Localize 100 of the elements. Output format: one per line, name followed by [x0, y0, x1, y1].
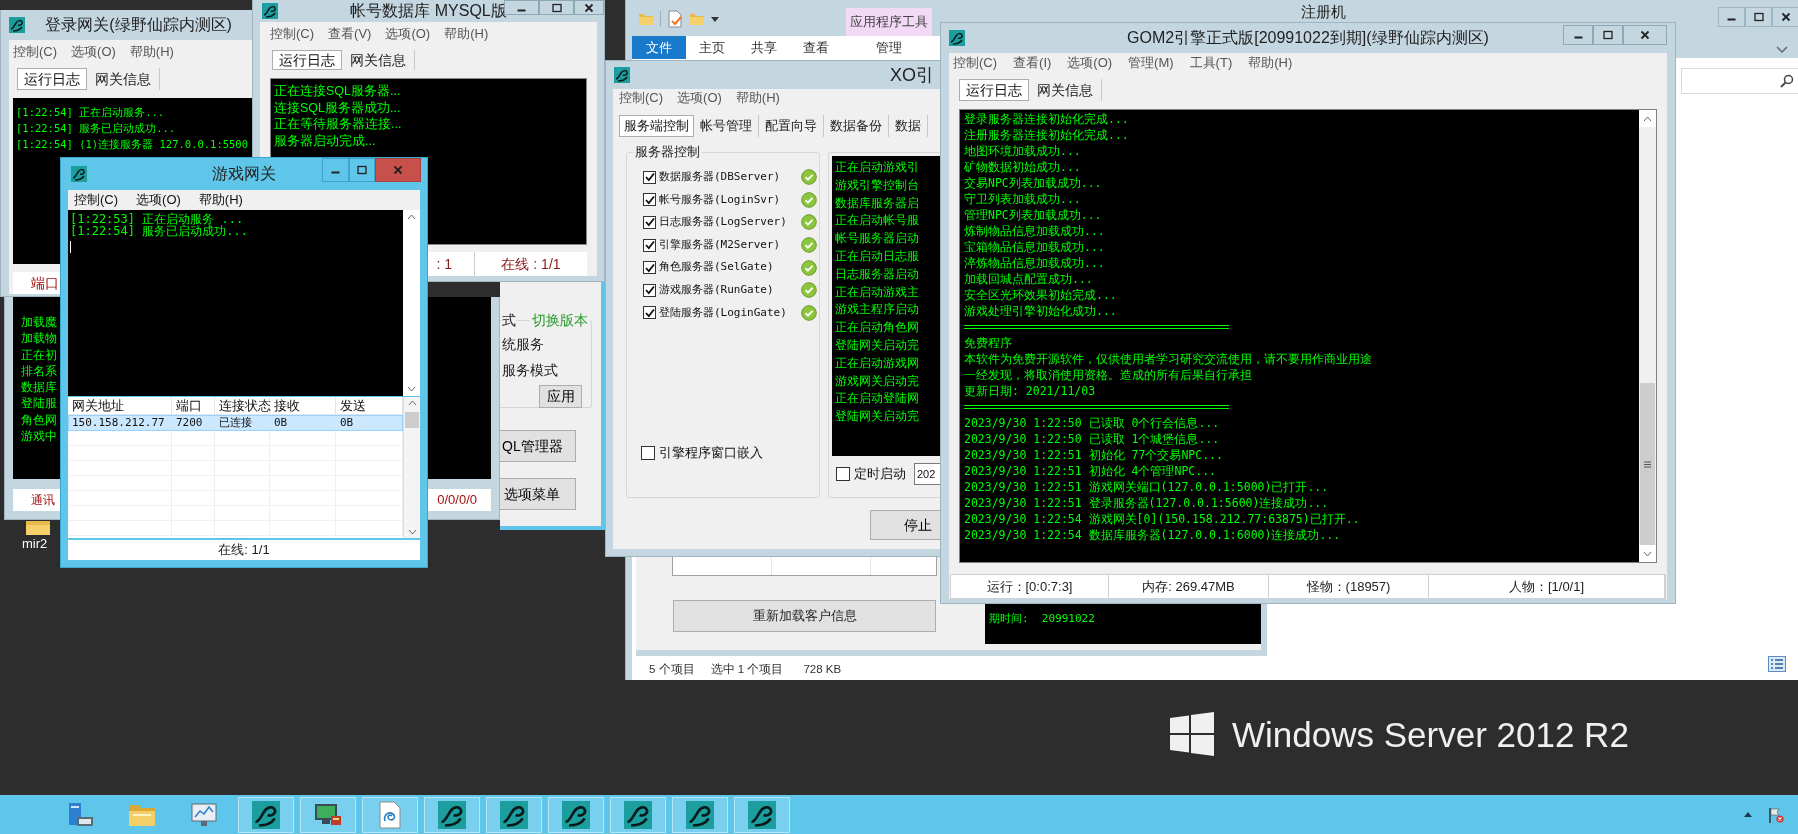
menu-item[interactable]: 帮助(H): [1248, 53, 1293, 73]
menu-item[interactable]: 控制(C): [74, 190, 119, 210]
tab[interactable]: 网关信息: [342, 50, 415, 70]
menu-button[interactable]: QL管理器: [500, 430, 576, 462]
menu-item[interactable]: 选项(O): [1067, 53, 1113, 73]
app-icon: [71, 166, 87, 182]
maximize-button[interactable]: [539, 0, 574, 15]
app-icon: [252, 800, 280, 829]
tab[interactable]: 运行日志: [272, 50, 342, 70]
checkbox-label: 日志服务器(LogServer): [659, 214, 788, 231]
ribbon-tab[interactable]: 管理: [846, 36, 932, 59]
tab[interactable]: 运行日志: [17, 68, 87, 90]
menu-item[interactable]: 帮助(H): [735, 88, 780, 108]
checkbox[interactable]: [643, 238, 656, 252]
ribbon-tab[interactable]: 共享: [738, 36, 790, 59]
log-line: 登录服务器连接初始化完成...: [964, 111, 1130, 127]
option-label[interactable]: 统服务: [502, 335, 544, 353]
taskbar-button[interactable]: [300, 796, 356, 833]
checkbox[interactable]: [641, 445, 655, 460]
taskbar-button[interactable]: [734, 796, 790, 833]
tab[interactable]: 数据备份: [824, 115, 889, 137]
tab[interactable]: 服务端控制: [619, 115, 694, 137]
caret-down-icon: [1643, 550, 1652, 557]
column-header[interactable]: 网关地址: [68, 397, 172, 415]
caret-down-icon[interactable]: [711, 16, 719, 22]
taskbar-button[interactable]: [672, 796, 728, 833]
close-button[interactable]: [574, 0, 604, 15]
checkbox[interactable]: [643, 261, 656, 275]
option-label[interactable]: 服务模式: [502, 361, 558, 379]
apply-button[interactable]: 应用: [539, 385, 582, 408]
taskbar-button[interactable]: [548, 796, 604, 833]
menu-item[interactable]: 查看(V): [328, 24, 372, 44]
ribbon-tab[interactable]: 查看: [790, 36, 842, 59]
taskbar-button[interactable]: [424, 796, 480, 833]
stop-button[interactable]: 停止: [870, 510, 940, 540]
scrollbar[interactable]: [403, 209, 420, 397]
icon-label[interactable]: mir2: [22, 536, 48, 552]
menu-item[interactable]: 控制(C): [619, 88, 664, 108]
ribbon-tab[interactable]: 主页: [686, 36, 738, 59]
log-line: 炼制物品信息加载成功...: [964, 223, 1106, 239]
menu-item[interactable]: 选项(O): [385, 24, 431, 44]
menu-item[interactable]: 控制(C): [270, 24, 315, 44]
menu-item[interactable]: 选项(O): [677, 88, 722, 108]
scrollbar[interactable]: [403, 397, 420, 539]
checkbox[interactable]: [643, 170, 656, 184]
caret-up-icon[interactable]: [1744, 812, 1752, 817]
checkbox-label: 角色服务器(SelGate): [659, 259, 775, 276]
column-header[interactable]: 接收: [270, 397, 336, 415]
menu-item[interactable]: 帮助(H): [129, 42, 174, 62]
close-icon: [1780, 12, 1791, 22]
status-text: 端口: [31, 273, 59, 293]
menu-item[interactable]: 帮助(H): [444, 24, 489, 44]
log-line: [1:22:54] 服务已启动成功...: [16, 121, 177, 136]
reload-button[interactable]: 重新加载客户信息: [673, 600, 936, 632]
checkbox[interactable]: [643, 193, 656, 207]
column-header[interactable]: 端口: [172, 397, 215, 415]
menu-item[interactable]: 查看(I): [1013, 53, 1052, 73]
maximize-button[interactable]: [1745, 7, 1772, 27]
close-button[interactable]: [1772, 7, 1798, 27]
close-button[interactable]: [1623, 25, 1667, 45]
scroll-thumb[interactable]: [405, 412, 419, 429]
checkbox[interactable]: [836, 467, 850, 481]
scroll-thumb[interactable]: [1640, 383, 1655, 545]
tab[interactable]: 网关信息: [87, 68, 160, 90]
menu-item[interactable]: 选项(O): [136, 190, 181, 210]
menu-item[interactable]: 工具(T): [1189, 53, 1233, 73]
checkbox[interactable]: [643, 216, 656, 229]
chevron-down-icon[interactable]: [1776, 46, 1788, 54]
menu-item[interactable]: 管理(M): [1128, 53, 1174, 73]
checkbox[interactable]: [643, 306, 656, 320]
checkmark-icon: [644, 240, 655, 251]
log-line: 地图环境加载成功...: [964, 143, 1082, 159]
scrollbar[interactable]: [1639, 110, 1656, 562]
taskbar-button[interactable]: [486, 796, 542, 833]
log-line: 注册服务器连接初始化完成...: [964, 127, 1130, 143]
tab[interactable]: 帐号管理: [694, 115, 759, 137]
list-view[interactable]: [672, 556, 937, 576]
date-field[interactable]: 202: [914, 463, 940, 485]
maximize-button[interactable]: [1593, 25, 1623, 45]
ribbon-tab[interactable]: 文件: [632, 36, 686, 59]
menu-item[interactable]: 帮助(H): [198, 190, 243, 210]
menu-item[interactable]: 控制(C): [953, 53, 998, 73]
tab[interactable]: 网关信息: [1029, 79, 1102, 101]
checkbox[interactable]: [643, 283, 656, 297]
column-header[interactable]: 连接状态: [215, 397, 270, 415]
taskbar-button[interactable]: [610, 796, 666, 833]
flag-icon[interactable]: [1768, 806, 1784, 823]
menu-item[interactable]: 选项(O): [71, 42, 116, 62]
menu-item[interactable]: 控制(C): [13, 42, 58, 62]
maximize-button[interactable]: [349, 158, 375, 182]
tab[interactable]: 数据: [889, 115, 928, 137]
document-icon[interactable]: [667, 10, 683, 28]
search-field[interactable]: [1681, 68, 1798, 94]
taskbar-button[interactable]: [238, 796, 294, 833]
tab[interactable]: 配置向导: [759, 115, 824, 137]
table-row[interactable]: 150.158.212.77 7200 已连接 0B 0B: [68, 415, 403, 432]
tab[interactable]: 运行日志: [959, 79, 1029, 101]
log-line: 游戏处理引擎初始化成功...: [964, 303, 1118, 319]
menu-button[interactable]: 选项菜单: [500, 478, 576, 510]
details-view-icon[interactable]: [1768, 656, 1786, 672]
